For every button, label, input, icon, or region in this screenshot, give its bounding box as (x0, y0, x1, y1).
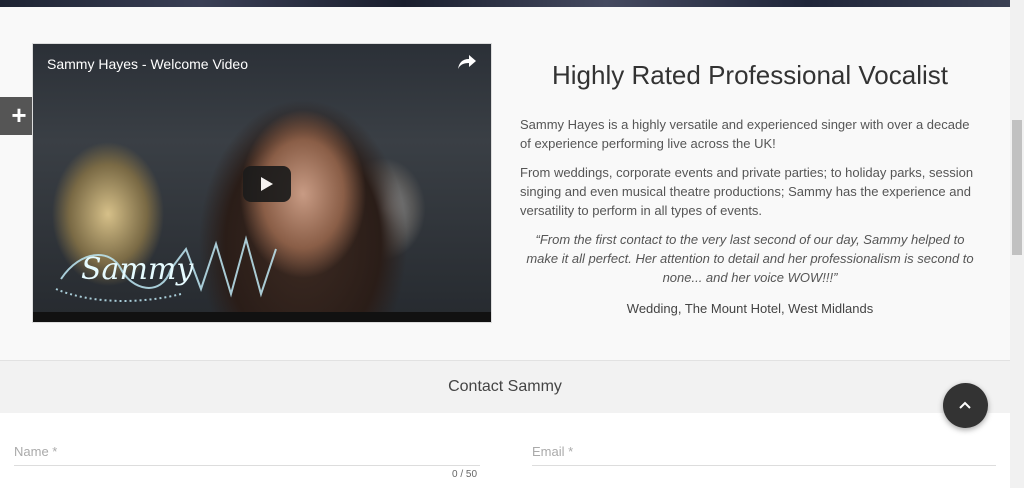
article-paragraph-1: Sammy Hayes is a highly versatile and ex… (520, 117, 970, 151)
contact-form: Name * 0 / 50 Email * (0, 413, 1010, 488)
email-field[interactable]: Email * (532, 443, 996, 466)
article-heading: Highly Rated Professional Vocalist (552, 60, 948, 90)
testimonial-source: Wedding, The Mount Hotel, West Midlands (626, 301, 874, 316)
video-title: Sammy Hayes - Welcome Video (47, 56, 248, 72)
article-paragraph-2: From weddings, corporate events and priv… (520, 165, 974, 218)
name-char-counter: 0 / 50 (452, 469, 478, 480)
contact-section-header: Contact Sammy (0, 360, 1010, 414)
scroll-to-top-button[interactable] (943, 383, 988, 428)
plus-icon: + (11, 100, 27, 130)
video-bottom-bar (33, 312, 491, 322)
name-field[interactable]: Name * (14, 443, 480, 466)
page-scrollbar[interactable] (1010, 0, 1024, 488)
header-image-strip (0, 0, 1010, 7)
intro-article: Highly Rated Professional Vocalist Sammy… (520, 60, 980, 328)
welcome-video-player[interactable]: Sammy Sammy Hayes - Welcome Video (32, 43, 492, 323)
chevron-up-icon (959, 401, 971, 409)
video-logo-text: Sammy (81, 252, 194, 287)
name-placeholder: Name * (14, 444, 58, 459)
scrollbar-thumb[interactable] (1012, 120, 1022, 255)
share-arrow-icon[interactable] (457, 54, 477, 75)
play-icon (261, 177, 273, 191)
email-placeholder: Email * (532, 444, 574, 459)
contact-heading: Contact Sammy (448, 378, 562, 395)
testimonial-quote: “From the first contact to the very last… (526, 232, 974, 285)
sammy-logo-overlay: Sammy (55, 235, 277, 302)
play-button[interactable] (243, 166, 291, 202)
